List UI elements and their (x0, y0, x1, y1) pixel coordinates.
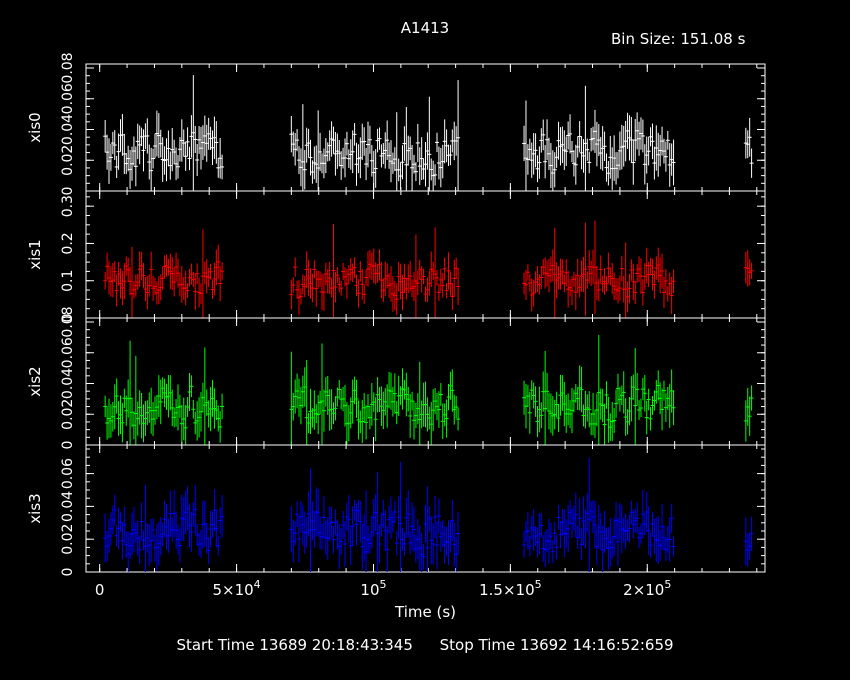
y-tick-label-xis3: 0.04 (60, 491, 76, 522)
y-tick-label-xis2: 0.04 (60, 368, 76, 399)
light-curve-segment-xis2 (743, 385, 754, 442)
light-curve-segment-xis1 (743, 250, 754, 287)
y-tick-label-xis0: 0.04 (60, 114, 76, 145)
y-tick-label-xis2: 0.08 (60, 306, 76, 337)
light-curve-plot: 00.020.040.060.08xis000.10.20.3xis100.02… (26, 52, 766, 621)
light-curve-segment-xis2 (522, 334, 676, 445)
start-time-label: Start Time 13689 20:18:43:345 (176, 636, 413, 654)
x-tick-label: 0 (95, 581, 105, 599)
light-curve-segment-xis3 (103, 484, 225, 572)
x-tick-label: 105 (360, 578, 386, 599)
light-curve-segment-xis0 (289, 80, 461, 191)
light-curve-segment-xis3 (289, 461, 461, 572)
light-curve-segment-xis2 (103, 340, 225, 445)
light-curve-segment-xis0 (522, 85, 676, 191)
light-curve-segment-xis1 (289, 223, 461, 318)
light-curve-segment-xis1 (103, 229, 225, 318)
x-axis-label: Time (s) (394, 603, 456, 621)
y-tick-label-xis3: 0 (60, 568, 76, 577)
series-label-xis3: xis3 (26, 493, 44, 523)
series-label-xis2: xis2 (26, 366, 44, 396)
light-curve-segment-xis3 (522, 457, 676, 572)
x-tick-label: 2×105 (623, 578, 671, 599)
y-tick-label-xis2: 0.02 (60, 399, 76, 430)
y-tick-label-xis2: 0 (60, 441, 76, 450)
series-label-xis0: xis0 (26, 112, 44, 142)
light-curve-segment-xis3 (743, 516, 754, 567)
series-label-xis1: xis1 (26, 239, 44, 269)
time-range: Start Time 13689 20:18:43:345 Stop Time … (0, 636, 850, 654)
y-tick-label-xis0: 0.02 (60, 145, 76, 176)
light-curve-segment-xis2 (289, 343, 461, 445)
stop-time-label: Stop Time 13692 14:16:52:659 (439, 636, 674, 654)
x-tick-label: 1.5×105 (479, 578, 542, 599)
y-tick-label-xis1: 0.3 (60, 195, 76, 217)
y-tick-label-xis2: 0.06 (60, 337, 76, 368)
y-tick-label-xis0: 0.06 (60, 83, 76, 114)
y-tick-label-xis0: 0.08 (60, 52, 76, 83)
light-curve-segment-xis1 (522, 220, 676, 318)
y-tick-label-xis3: 0.06 (60, 458, 76, 489)
light-curve-segment-xis0 (103, 75, 225, 191)
y-tick-label-xis1: 0.2 (60, 232, 76, 254)
y-tick-label-xis0: 0 (60, 187, 76, 196)
y-tick-label-xis1: 0.1 (60, 270, 76, 292)
y-tick-label-xis3: 0.02 (60, 524, 76, 555)
x-tick-label: 5×104 (212, 578, 260, 599)
light-curve-segment-xis0 (743, 117, 754, 178)
